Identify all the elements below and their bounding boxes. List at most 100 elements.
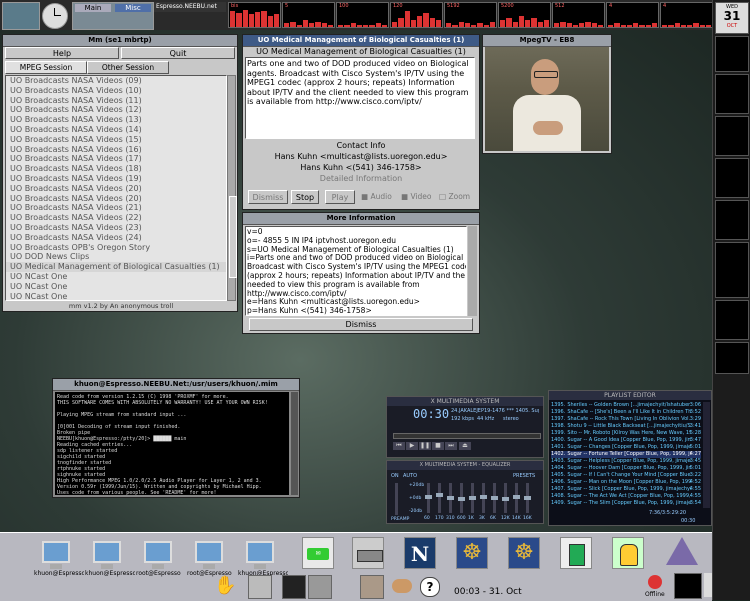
pause-icon[interactable]: ❚❚ bbox=[419, 442, 431, 450]
eq-band-slider[interactable] bbox=[436, 483, 443, 513]
more-info-titlebar[interactable]: More Information bbox=[243, 213, 479, 225]
playlist-item[interactable]: 1404. Sugar -- Hoover Dam [Copper Blue, P… bbox=[551, 465, 701, 472]
desktop-thumb[interactable] bbox=[2, 2, 40, 30]
zoom-checkbox[interactable]: □ Zoom bbox=[439, 192, 470, 201]
apple-icon[interactable] bbox=[648, 575, 662, 589]
playlist-item[interactable]: 1402. Sugar -- Fortune Teller [Copper Blu… bbox=[551, 451, 701, 458]
eq-band-slider[interactable] bbox=[502, 483, 509, 513]
bread-icon[interactable] bbox=[392, 579, 412, 593]
mpegtv-titlebar[interactable]: MpegTV - EB8 bbox=[483, 35, 611, 47]
terminal-icon[interactable] bbox=[282, 575, 306, 599]
session-item[interactable]: UO Broadcasts NASA Videos (09) bbox=[6, 76, 226, 86]
play-icon[interactable]: ▶ bbox=[406, 442, 418, 450]
helm-launcher-2[interactable]: ☸ bbox=[508, 537, 540, 569]
eq-band-knob[interactable] bbox=[491, 496, 498, 500]
session-item[interactable]: UO NCast One bbox=[6, 282, 226, 292]
session-item[interactable]: UO Broadcasts NASA Videos (18) bbox=[6, 164, 226, 174]
pager-misc[interactable]: Misc bbox=[115, 4, 151, 12]
eq-band-slider[interactable] bbox=[491, 483, 498, 513]
playlist-item[interactable]: 1408. Sugar -- The Act We Act [Copper Blu… bbox=[551, 493, 701, 500]
netscape-launcher[interactable]: N bbox=[404, 537, 436, 569]
playlist-item[interactable]: 1403. Sugar -- Helpless [Copper Blue, Pop… bbox=[551, 458, 701, 465]
playlist-item[interactable]: 1405. Sugar -- If I Can't Change Your Min… bbox=[551, 472, 701, 479]
playlist-scrollbar[interactable] bbox=[703, 402, 710, 508]
session-item[interactable]: UO Broadcasts NASA Videos (19) bbox=[6, 174, 226, 184]
eq-on-toggle[interactable]: ON bbox=[391, 473, 399, 479]
eq-band-slider[interactable] bbox=[425, 483, 432, 513]
playlist-item[interactable]: 1400. Sugar -- A Good Idea [Copper Blue, … bbox=[551, 437, 701, 444]
package-icon[interactable] bbox=[360, 575, 384, 599]
tab-other-sessions[interactable]: Other Session Listings bbox=[87, 61, 169, 84]
eq-band-slider[interactable] bbox=[447, 483, 454, 513]
pager[interactable]: Main Misc bbox=[72, 2, 154, 30]
eq-band-slider[interactable] bbox=[480, 483, 487, 513]
terminal-titlebar[interactable]: khuon@Espresso.NEEBU.Net:/usr/users/khuo… bbox=[53, 379, 299, 391]
eq-preamp-slider[interactable] bbox=[395, 483, 398, 515]
more-info-dismiss-button[interactable]: Dismiss bbox=[249, 318, 473, 331]
eq-band-slider[interactable] bbox=[513, 483, 520, 513]
mm-titlebar[interactable]: Mm (se1 mbrtp) bbox=[3, 35, 237, 47]
session-item[interactable]: UO Broadcasts NASA Videos (11) bbox=[6, 96, 226, 106]
session-item[interactable]: UO DOD News Clips bbox=[6, 252, 226, 262]
taskbar-task[interactable]: khuon@Espresso bbox=[85, 539, 135, 577]
terminal-output[interactable]: Read code from version 1.2.15 (C) 1998 '… bbox=[55, 392, 289, 495]
prev-button[interactable]: ⏮ bbox=[393, 442, 405, 450]
eq-band-slider[interactable] bbox=[469, 483, 476, 513]
terminal-scrollbar[interactable] bbox=[291, 392, 298, 495]
session-item[interactable]: UO Broadcasts NASA Videos (14) bbox=[6, 125, 226, 135]
session-item[interactable]: UO Broadcasts NASA Videos (21) bbox=[6, 203, 226, 213]
stop-icon[interactable]: ■ bbox=[432, 442, 444, 450]
session-item[interactable]: UO Broadcasts NASA Videos (15) bbox=[6, 135, 226, 145]
settings-icon[interactable] bbox=[308, 575, 332, 599]
eq-band-knob[interactable] bbox=[425, 495, 432, 499]
playlist-item[interactable]: 1401. Sugar -- Changes [Copper Blue, Pop,… bbox=[551, 444, 701, 451]
video-checkbox[interactable]: ■ Video bbox=[401, 192, 432, 201]
playlist-item[interactable]: 1397. ShaCafe -- Rock This Town [Living I… bbox=[551, 416, 701, 423]
mail-launcher[interactable]: ✉ bbox=[302, 537, 334, 569]
playlist-item[interactable]: 1396. ShaCafe -- [She's] Been a I'll Like… bbox=[551, 409, 701, 416]
more-info-scrollbar[interactable] bbox=[468, 226, 477, 316]
quit-button[interactable]: Quit bbox=[121, 47, 235, 59]
eq-band-knob[interactable] bbox=[469, 496, 476, 500]
eq-band-knob[interactable] bbox=[447, 496, 454, 500]
stop-button[interactable]: Stop bbox=[291, 190, 319, 204]
session-item[interactable]: UO Broadcasts NASA Videos (20) bbox=[6, 184, 226, 194]
wm-menu-icon[interactable]: ✋ bbox=[214, 575, 236, 597]
play-button[interactable]: Play bbox=[325, 190, 355, 204]
dismiss-button[interactable]: Dismiss bbox=[248, 190, 288, 204]
eq-band-knob[interactable] bbox=[502, 497, 509, 501]
session-item[interactable]: UO Broadcasts NASA Videos (17) bbox=[6, 154, 226, 164]
help-icon[interactable]: ? bbox=[420, 577, 440, 597]
scrollbar-thumb[interactable] bbox=[229, 196, 237, 278]
session-item[interactable]: UO NCast One bbox=[6, 272, 226, 282]
eq-band-knob[interactable] bbox=[458, 497, 465, 501]
files-icon[interactable] bbox=[248, 575, 272, 599]
session-list-scrollbar[interactable] bbox=[227, 75, 237, 301]
playlist-item[interactable]: 1395. Sheriles -- Golden Brown [...jimaje… bbox=[551, 402, 701, 409]
taskbar-task[interactable]: khuon@Espresso bbox=[238, 539, 288, 577]
playlist-item[interactable]: 1407. Sugar -- Slick [Copper Blue, Pop, 1… bbox=[551, 486, 701, 493]
tab-mpeg-sessions[interactable]: MPEG Session Listings bbox=[5, 61, 87, 84]
session-item[interactable]: UO Broadcasts NASA Videos (16) bbox=[6, 145, 226, 155]
session-titlebar[interactable]: UO Medical Management of Biological Casu… bbox=[243, 35, 479, 47]
helm-launcher[interactable]: ☸ bbox=[456, 537, 488, 569]
taskbar-task[interactable]: khuon@Espresso bbox=[34, 539, 84, 577]
eq-band-knob[interactable] bbox=[436, 493, 443, 497]
next-button[interactable]: ⏭ bbox=[445, 442, 457, 450]
playlist-item[interactable]: 1406. Sugar -- Man on the Moon [Copper Bl… bbox=[551, 479, 701, 486]
playlist-item[interactable]: 1399. Sito -- Mr. Roboto [Kilroy Was Here… bbox=[551, 430, 701, 437]
eject-icon[interactable]: ⏏ bbox=[459, 442, 471, 450]
pager-main[interactable]: Main bbox=[75, 4, 111, 12]
session-item[interactable]: UO Broadcasts NASA Videos (24) bbox=[6, 233, 226, 243]
robot-launcher[interactable] bbox=[612, 537, 644, 569]
session-item[interactable]: UO Broadcasts NASA Videos (13) bbox=[6, 115, 226, 125]
playlist-titlebar[interactable]: PLAYLIST EDITOR bbox=[549, 391, 711, 400]
session-item[interactable]: UO Broadcasts NASA Videos (12) bbox=[6, 105, 226, 115]
pyramid-icon[interactable] bbox=[666, 537, 698, 569]
seek-bar[interactable] bbox=[393, 433, 541, 439]
eq-presets-button[interactable]: PRESETS bbox=[513, 473, 535, 479]
eq-band-knob[interactable] bbox=[480, 495, 487, 499]
session-item[interactable]: UO Broadcasts NASA Videos (22) bbox=[6, 213, 226, 223]
phone-launcher[interactable] bbox=[560, 537, 592, 569]
taskbar-task[interactable]: root@Espresso bbox=[187, 539, 232, 577]
